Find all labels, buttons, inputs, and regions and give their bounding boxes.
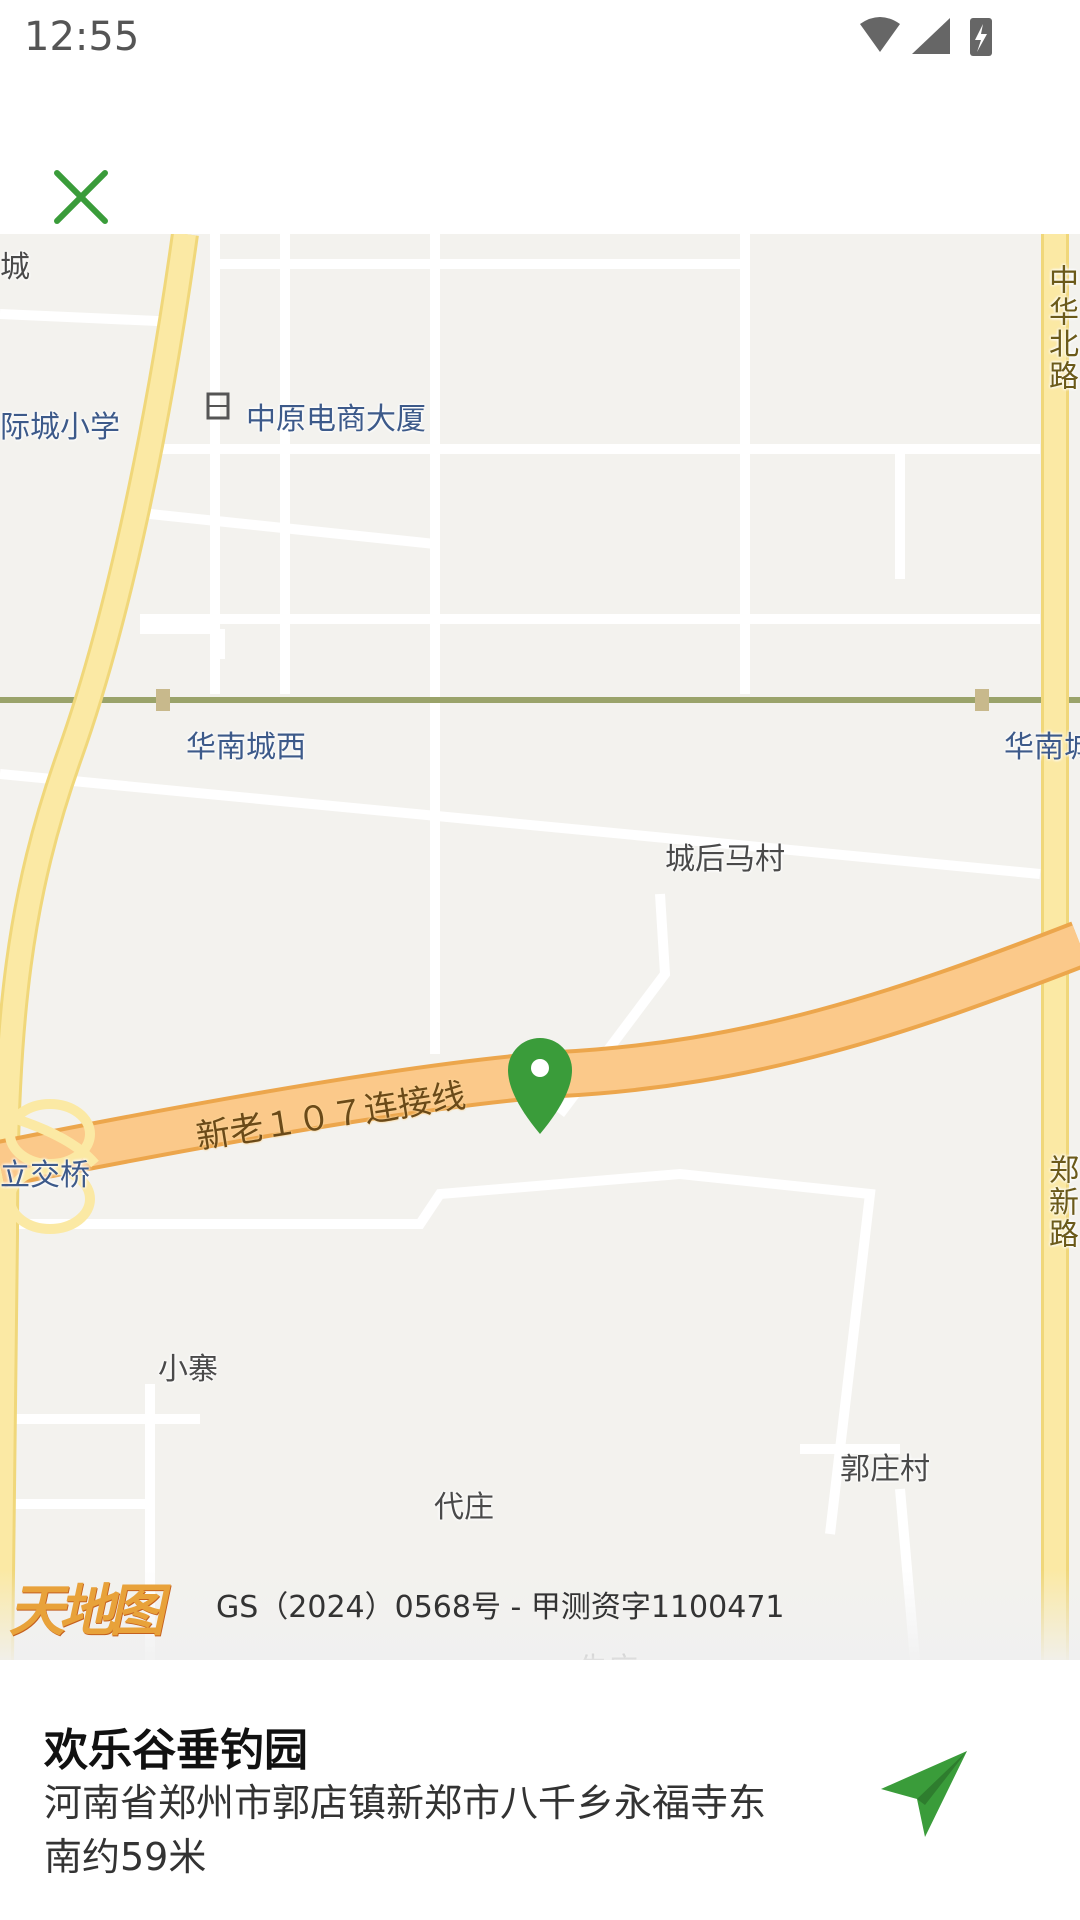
place-name: 欢乐谷垂钓园 — [44, 1725, 308, 1776]
left-main-road — [0, 234, 196, 1660]
tianditu-logo: 天地图 — [6, 1578, 171, 1644]
place-info-panel: 欢乐谷垂钓园 河南省郑州市郭店镇新郑市八千乡永福寺东南约59米 — [0, 1660, 1080, 1920]
signal-icon — [912, 18, 950, 54]
send-navigation-icon — [881, 1751, 967, 1837]
map-label-building: 中原电商大厦 — [246, 402, 426, 437]
map-label-right-road: 郑新路 — [1043, 1154, 1078, 1250]
map-label-daizhuang: 代庄 — [434, 1490, 494, 1525]
map-label-guozhuang: 郭庄村 — [840, 1452, 930, 1487]
map-label-zhonghua-road: 中华北路 — [1043, 264, 1078, 392]
status-bar: 12:55 — [0, 0, 1080, 76]
map-label-xiaozhai: 小寨 — [158, 1352, 218, 1387]
close-button[interactable] — [36, 152, 126, 242]
toolbar — [0, 76, 1080, 234]
map-label-school: 际城小学 — [0, 410, 120, 445]
navigate-button[interactable] — [870, 1740, 980, 1850]
close-icon — [54, 170, 108, 224]
status-time: 12:55 — [24, 14, 140, 60]
map-copyright: GS（2024）0568号 - 甲测资字1100471 — [216, 1590, 785, 1625]
location-pin-icon — [508, 1038, 572, 1134]
map-label-chenghou-village: 城后马村 — [665, 842, 785, 877]
map-label-interchange: 立交桥 — [0, 1158, 90, 1193]
station-west-marker — [156, 689, 170, 711]
map-label-station-west: 华南城西 — [186, 730, 306, 765]
map-view[interactable]: 城 际城小学 中原电商大厦 华南城西 华南城 城后马村 立交桥 新老１０７连接线… — [0, 234, 1080, 1660]
wifi-icon — [860, 17, 900, 52]
status-icons — [860, 17, 992, 56]
map-label-station-right: 华南城 — [1004, 730, 1080, 765]
station-right-marker — [975, 689, 989, 711]
place-address: 河南省郑州市郭店镇新郑市八千乡永福寺东南约59米 — [44, 1781, 767, 1879]
map-label-cheng: 城 — [0, 250, 30, 285]
